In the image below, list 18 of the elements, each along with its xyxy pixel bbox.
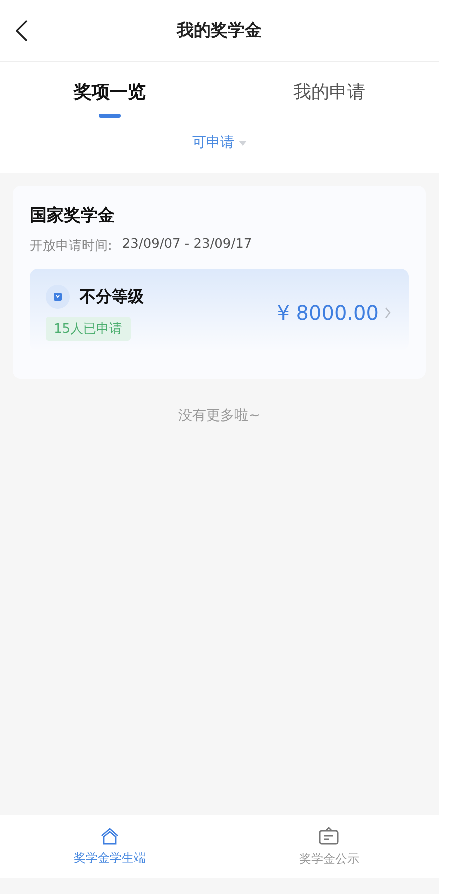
page-title: 我的奖学金 — [177, 20, 262, 42]
home-icon — [100, 826, 120, 844]
caret-icon — [238, 140, 246, 146]
tab[interactable]: 奖项一览 — [0, 62, 220, 118]
filter-dropdown[interactable]: 可申请 — [188, 126, 250, 160]
back-icon[interactable] — [16, 20, 28, 42]
badge-icon — [46, 285, 70, 309]
level-name: 不分等级 — [80, 286, 144, 308]
end-note: 没有更多啦~ — [178, 407, 260, 425]
nav-item[interactable]: 奖学金学生端 — [0, 815, 220, 878]
chevron-right-icon — [385, 307, 391, 319]
scholarship-name: 国家奖学金 — [30, 205, 116, 227]
amount: ¥ 8000.00 — [277, 301, 379, 325]
period-label: 开放申请时间: — [30, 238, 112, 255]
applicant-count: 15人已申请 — [46, 317, 131, 341]
notice-board-icon — [318, 826, 340, 846]
period-dates: 23/09/07 - 23/09/17 — [122, 237, 252, 254]
tab[interactable]: 我的申请 — [220, 62, 439, 118]
